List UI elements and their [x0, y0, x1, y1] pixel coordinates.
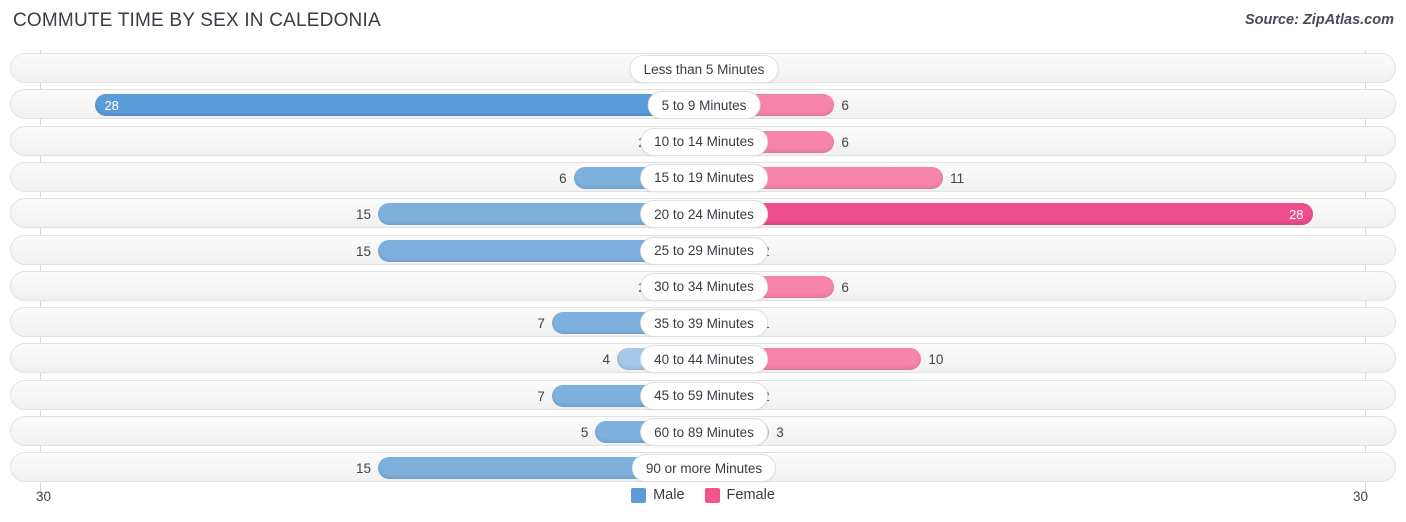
value-label-male: 5 [580, 425, 589, 440]
value-label-female: 11 [950, 170, 965, 186]
category-label-pill: 40 to 44 Minutes [640, 345, 768, 374]
chart-legend: Male Female [0, 487, 1406, 503]
table-row[interactable]: 28 6 5 to 9 Minutes [10, 89, 1397, 120]
row-content: 15090 or more Minutes [11, 453, 1397, 483]
row-content: 7135 to 39 Minutes [11, 308, 1397, 338]
row-content: 7245 to 59 Minutes [11, 381, 1397, 411]
table-row[interactable]: 7135 to 39 Minutes [10, 307, 1397, 338]
value-label-female: 3 [776, 425, 784, 440]
value-label-female: 6 [841, 134, 849, 150]
bar-male[interactable] [95, 94, 704, 117]
category-label-pill: 30 to 34 Minutes [640, 272, 768, 301]
bar-female[interactable] [704, 203, 1313, 226]
value-label-female: 28 [1289, 207, 1304, 223]
chart-plot-area: 00Less than 5 Minutes2865 to 9 Minutes26… [10, 50, 1397, 497]
legend-swatch-icon [704, 487, 720, 503]
table-row[interactable]: 4 10 40 to 44 Minutes [10, 343, 1397, 374]
table-row[interactable]: 00Less than 5 Minutes [10, 53, 1396, 83]
value-label-female: 6 [841, 279, 849, 295]
legend-swatch-icon [631, 487, 647, 503]
table-row[interactable]: 2 6 10 to 14 Minutes [10, 125, 1397, 157]
category-label-pill: 25 to 29 Minutes [640, 236, 768, 265]
source-attribution: Source: ZipAtlas.com [1244, 12, 1394, 28]
table-row[interactable]: 6 11 15 to 19 Minutes [10, 161, 1397, 193]
category-label-pill: 20 to 24 Minutes [640, 200, 768, 229]
value-label-male: 6 [559, 170, 567, 186]
row-content: 00Less than 5 Minutes [11, 54, 1397, 84]
row-content: 5 3 60 to 89 Minutes [11, 417, 1397, 447]
table-row[interactable]: 15090 or more Minutes [10, 452, 1397, 483]
category-label-pill: 60 to 89 Minutes [640, 418, 768, 446]
row-content: 2 6 10 to 14 Minutes [11, 127, 1397, 157]
table-row[interactable]: 2 6 30 to 34 Minutes [10, 270, 1397, 302]
category-label-pill: 90 or more Minutes [631, 454, 777, 483]
value-label-female: 6 [841, 98, 849, 114]
row-content: 6 11 15 to 19 Minutes [11, 163, 1397, 193]
legend-item-female[interactable]: Female [704, 487, 775, 503]
legend-label: Female [726, 487, 775, 503]
value-label-male: 2 [589, 135, 646, 150]
row-content: 15 28 20 to 24 Minutes [11, 199, 1397, 229]
legend-item-male[interactable]: Male [631, 487, 685, 503]
value-label-male: 2 [589, 280, 646, 295]
page-title: COMMUTE TIME BY SEX IN CALEDONIA [13, 10, 381, 31]
table-row[interactable]: 15 28 20 to 24 Minutes [10, 198, 1397, 229]
category-label-pill: 45 to 59 Minutes [640, 381, 768, 410]
table-row[interactable]: 15225 to 29 Minutes [10, 234, 1397, 266]
legend-label: Male [653, 487, 685, 503]
value-label-male: 15 [355, 461, 371, 477]
category-label-pill: 15 to 19 Minutes [640, 163, 768, 192]
row-content: 2 6 30 to 34 Minutes [11, 272, 1397, 302]
category-label-pill: Less than 5 Minutes [629, 55, 779, 83]
table-row[interactable]: 5 3 60 to 89 Minutes [10, 416, 1396, 446]
chart-footer: 30 30 Male Female [0, 484, 1406, 522]
category-label-pill: 10 to 14 Minutes [640, 127, 768, 156]
row-content: 28 6 5 to 9 Minutes [11, 90, 1397, 120]
value-label-male: 15 [355, 243, 371, 259]
row-content: 15225 to 29 Minutes [11, 236, 1397, 266]
chart-header: COMMUTE TIME BY SEX IN CALEDONIA Source:… [0, 0, 1406, 44]
category-label-pill: 5 to 9 Minutes [647, 91, 761, 120]
table-row[interactable]: 7245 to 59 Minutes [10, 379, 1397, 411]
value-label-male: 4 [602, 352, 611, 368]
value-label-male: 15 [355, 207, 371, 223]
value-label-male: 7 [537, 388, 545, 404]
value-label-female: 10 [928, 352, 944, 368]
value-label-male: 28 [104, 98, 119, 114]
value-label-male: 7 [537, 316, 545, 332]
category-label-pill: 35 to 39 Minutes [640, 309, 768, 338]
row-content: 4 10 40 to 44 Minutes [11, 344, 1397, 374]
